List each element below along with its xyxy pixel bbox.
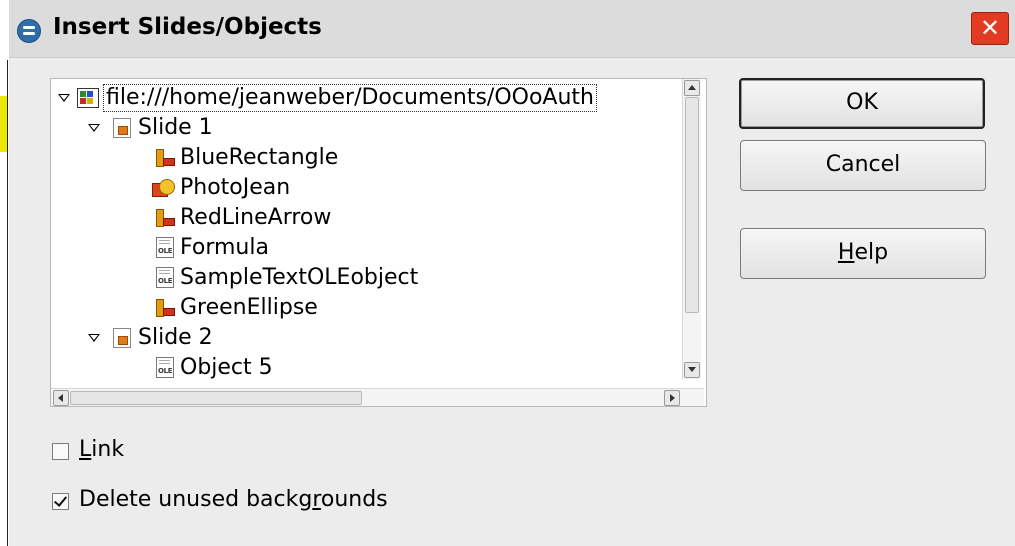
tree-item-label: RedLineArrow	[180, 205, 332, 230]
image-object-icon	[152, 177, 175, 199]
tree-root-row[interactable]: file:///home/jeanweber/Documents/OOoAuth	[51, 83, 681, 113]
delete-label-suffix: ounds	[320, 487, 388, 512]
horizontal-scrollbar[interactable]	[51, 388, 704, 406]
tree-item-bluerectangle[interactable]: BlueRectangle	[51, 143, 681, 173]
link-label-rest: ink	[91, 437, 125, 462]
ole-object-icon: OLE	[156, 237, 174, 258]
vertical-scroll-thumb[interactable]	[685, 97, 699, 313]
scroll-down-icon[interactable]	[684, 362, 700, 378]
tree-item-label: BlueRectangle	[180, 145, 339, 170]
ole-object-icon: OLE	[156, 267, 174, 288]
help-mnemonic: H	[837, 240, 855, 265]
slide-icon	[113, 328, 131, 348]
application-icon	[17, 19, 41, 43]
slide-icon	[113, 118, 131, 138]
tree-item-label: Object 5	[180, 355, 273, 380]
tree-item-label: Formula	[180, 235, 269, 260]
delete-unused-backgrounds-label[interactable]: Delete unused backgrounds	[79, 487, 388, 513]
draw-shape-icon	[154, 147, 175, 169]
ole-tag: OLE	[158, 367, 173, 375]
help-button[interactable]: Help	[740, 228, 986, 279]
tree-item-redlinearrow[interactable]: RedLineArrow	[51, 203, 681, 233]
delete-label-prefix: Delete unused backg	[79, 487, 313, 512]
link-label[interactable]: Link	[79, 437, 124, 463]
tree-item-photojean[interactable]: PhotoJean	[51, 173, 681, 203]
dialog-title: Insert Slides/Objects	[53, 14, 322, 40]
horizontal-scroll-thumb[interactable]	[70, 391, 362, 405]
expand-toggle-icon[interactable]	[87, 121, 101, 135]
tree-item-label: SampleTextOLEobject	[180, 265, 419, 290]
cancel-button[interactable]: Cancel	[740, 140, 986, 191]
tree-item-greenellipse[interactable]: GreenEllipse	[51, 293, 681, 323]
ole-object-icon: OLE	[156, 357, 174, 378]
link-checkbox[interactable]	[52, 443, 69, 460]
tree-item-label: GreenEllipse	[180, 295, 318, 320]
delete-mnemonic: r	[312, 487, 321, 512]
ole-tag: OLE	[158, 247, 173, 255]
tree-item-label: PhotoJean	[180, 175, 291, 200]
vertical-scrollbar[interactable]	[682, 79, 701, 379]
draw-shape-icon	[154, 207, 175, 229]
close-button[interactable]: ✕	[971, 12, 1009, 45]
scroll-left-icon[interactable]	[53, 390, 69, 406]
expand-toggle-icon[interactable]	[57, 91, 71, 105]
presentation-document-icon	[77, 88, 99, 108]
tree-item-object-5[interactable]: OLE Object 5	[51, 353, 681, 383]
tree-item-sampletextoleobject[interactable]: OLE SampleTextOLEobject	[51, 263, 681, 293]
draw-shape-icon	[154, 297, 175, 319]
slides-objects-tree[interactable]: file:///home/jeanweber/Documents/OOoAuth…	[50, 78, 707, 407]
tree-item-formula[interactable]: OLE Formula	[51, 233, 681, 263]
help-label-rest: elp	[854, 240, 889, 265]
insert-slides-objects-dialog: Insert Slides/Objects ✕ file:///home/jea…	[9, 0, 1015, 546]
tree-root-label: file:///home/jeanweber/Documents/OOoAuth	[103, 84, 597, 112]
scroll-right-icon[interactable]	[664, 390, 680, 406]
ole-tag: OLE	[158, 277, 173, 285]
background-window-edge	[0, 0, 9, 546]
title-bar[interactable]: Insert Slides/Objects ✕	[9, 0, 1015, 58]
tree-item-label: Slide 1	[138, 115, 213, 140]
ok-button[interactable]: OK	[739, 78, 985, 129]
tree-item-slide-1[interactable]: Slide 1	[51, 113, 681, 143]
link-mnemonic: L	[79, 437, 92, 462]
scroll-up-icon[interactable]	[684, 80, 700, 96]
tree-item-slide-2[interactable]: Slide 2	[51, 323, 681, 353]
tree-item-label: Slide 2	[138, 325, 213, 350]
expand-toggle-icon[interactable]	[87, 331, 101, 345]
background-border	[7, 60, 8, 546]
delete-unused-backgrounds-checkbox[interactable]	[52, 493, 69, 510]
